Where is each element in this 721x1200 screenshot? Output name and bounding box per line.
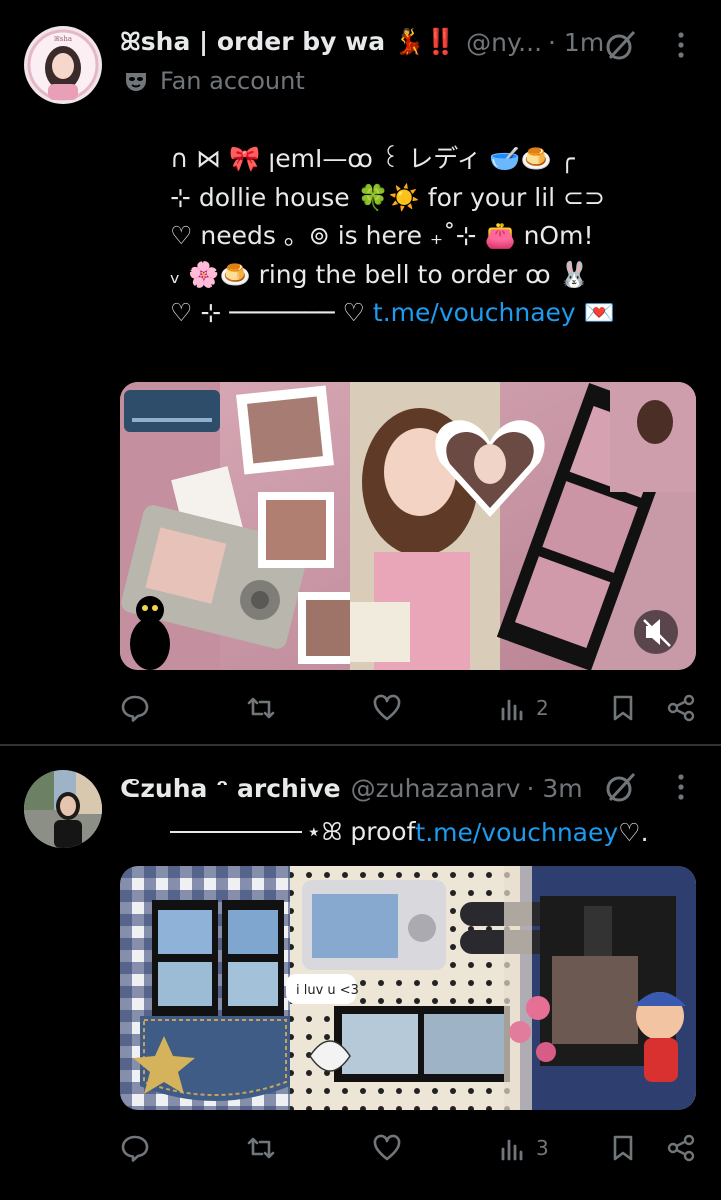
share-icon (667, 1134, 695, 1162)
telegram-link[interactable]: t.me/vouchnaey (373, 298, 576, 327)
share-button[interactable] (666, 1128, 696, 1168)
views-count: 3 (536, 1136, 549, 1160)
tweet-text-prefix: ⋆ꕤ proof (306, 817, 416, 846)
media-image[interactable] (120, 382, 696, 670)
like-button[interactable] (372, 688, 402, 728)
retweet-icon (247, 697, 275, 719)
more-icon[interactable] (674, 772, 688, 802)
handle[interactable]: @zuhazanarv (351, 774, 521, 803)
grok-icon[interactable] (604, 770, 638, 804)
share-icon (667, 694, 695, 722)
tweet-text-line: ∩ ⋈ 🎀 ꞁemI—ꝏ ꒰ レディ 🥣🍮 ╭ (170, 144, 575, 173)
tweet-text-prefix: ♡ ⊹ ─────── ♡ (170, 298, 373, 327)
mask-icon (122, 67, 150, 95)
views-button[interactable]: 3 (498, 1128, 549, 1168)
retweet-icon (247, 1137, 275, 1159)
account-label: Fan account (122, 64, 305, 98)
svg-text:i luv u <3: i luv u <3 (296, 983, 359, 998)
tweet-text-line: ♡ ⊹ ─────── ♡ t.me/vouchnaey 💌 (170, 294, 615, 333)
tweet-text-line: ᵥ 🌸🍮 ring the bell to order ꝏ 🐰 (170, 259, 590, 289)
share-button[interactable] (666, 688, 696, 728)
views-icon (501, 699, 523, 721)
like-icon (373, 694, 401, 721)
reply-button[interactable] (120, 688, 150, 728)
views-count: 2 (536, 696, 549, 720)
text-rule (170, 831, 302, 833)
display-name[interactable]: ᕦzuha ᵔ archive (120, 774, 341, 803)
bookmark-button[interactable] (608, 688, 638, 728)
tweet-actions: 3 (120, 1128, 696, 1168)
media-image[interactable]: i luv u <3 (120, 866, 696, 1110)
avatar[interactable] (24, 770, 102, 848)
bookmark-icon (613, 695, 633, 721)
reply-icon (121, 695, 149, 722)
svg-text:ꕤsha: ꕤsha (54, 35, 72, 43)
avatar[interactable]: ꕤsha (24, 26, 102, 104)
tweet-text-suffix: 💌 (575, 298, 615, 327)
bookmark-button[interactable] (608, 1128, 638, 1168)
tweet-actions: 2 (120, 688, 696, 728)
views-button[interactable]: 2 (498, 688, 549, 728)
timestamp[interactable]: · 1m (548, 28, 604, 57)
bookmark-icon (613, 1135, 633, 1161)
tweet-1[interactable]: ꕤsha ꕤsha | order by wa 💃‼️ @ny... · 1m … (0, 0, 721, 745)
timestamp[interactable]: · 3m (526, 774, 582, 803)
reply-icon (121, 1135, 149, 1162)
tweet-text: ∩ ⋈ 🎀 ꞁemI—ꝏ ꒰ レディ 🥣🍮 ╭ ⊹ dollie house 🍀… (170, 140, 615, 333)
tweet-text: ⋆ꕤ proof t.me/vouchnaey ♡. (170, 814, 649, 850)
tweet-text-suffix: ♡. (618, 817, 649, 847)
retweet-button[interactable] (246, 1128, 276, 1168)
grok-icon[interactable] (604, 28, 638, 62)
account-label-text: Fan account (160, 67, 305, 95)
display-name[interactable]: ꕤsha | order by wa 💃‼️ (120, 27, 456, 57)
retweet-button[interactable] (246, 688, 276, 728)
tweet-text-line: ⊹ dollie house 🍀☀️ for your lil ⊂⊃ (170, 182, 605, 212)
tweet-2[interactable]: ᕦzuha ᵔ archive @zuhazanarv · 3m ⋆ꕤ proo… (0, 746, 721, 1200)
handle[interactable]: @ny... (466, 28, 542, 57)
more-icon[interactable] (674, 30, 688, 60)
tweet-text-line: ♡ needs 。⊚ is here ₊˚⊹ 👛 nOm! (170, 221, 594, 250)
telegram-link[interactable]: t.me/vouchnaey (415, 818, 618, 847)
views-icon (501, 1139, 523, 1161)
reply-button[interactable] (120, 1128, 150, 1168)
like-button[interactable] (372, 1128, 402, 1168)
like-icon (373, 1134, 401, 1161)
